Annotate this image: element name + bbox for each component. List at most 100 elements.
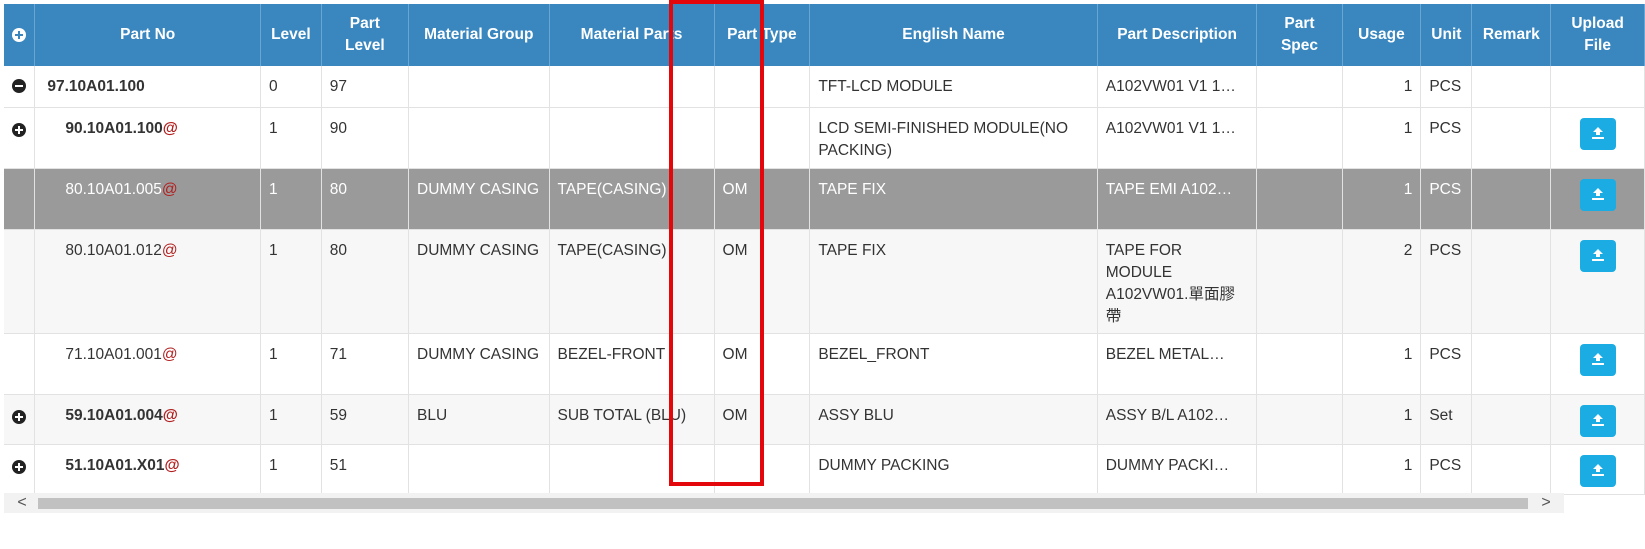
level-cell: 1 (260, 333, 322, 395)
table-row[interactable]: 80.10A01.012@ 1 80 DUMMY CASING TAPE(CAS… (4, 229, 1645, 334)
upload-button[interactable] (1579, 117, 1616, 150)
upload-button[interactable] (1579, 343, 1616, 376)
part-level-cell: 71 (321, 333, 410, 395)
part-no-at: @ (161, 180, 178, 198)
unit-cell: PCS (1420, 333, 1473, 395)
part-no: 71.10A01.001 (65, 345, 162, 363)
plus-circle-icon[interactable] (12, 410, 27, 425)
part-no-cell[interactable]: 80.10A01.012@ (34, 229, 262, 334)
header-unit[interactable]: Unit (1420, 4, 1473, 66)
usage-cell: 1 (1342, 394, 1422, 445)
row-toggle[interactable] (4, 107, 36, 169)
upload-icon (1591, 248, 1604, 261)
upload-cell (1550, 444, 1645, 495)
remark-cell (1471, 66, 1552, 108)
horizontal-scrollbar[interactable]: < > (4, 493, 1564, 513)
part-level-cell: 80 (321, 229, 410, 334)
remark-cell (1471, 333, 1552, 395)
part-spec-cell (1256, 168, 1343, 230)
table-row[interactable]: 80.10A01.005@ 1 80 DUMMY CASING TAPE(CAS… (4, 168, 1645, 230)
part-type-cell: OM (714, 333, 811, 395)
header-level[interactable]: Level (260, 4, 322, 66)
part-level-cell: 51 (321, 444, 410, 495)
scroll-left-arrow[interactable]: < (12, 493, 32, 513)
part-no: 80.10A01.005 (65, 180, 162, 198)
unit-cell: Set (1420, 394, 1473, 445)
part-description-cell: TAPE EMI A102… (1097, 168, 1258, 230)
table-row[interactable]: 71.10A01.001@ 1 71 DUMMY CASING BEZEL-FR… (4, 333, 1645, 395)
header-material-group[interactable]: Material Group (408, 4, 550, 66)
material-group-cell: DUMMY CASING (408, 229, 550, 334)
header-usage[interactable]: Usage (1342, 4, 1422, 66)
row-toggle[interactable] (4, 66, 36, 108)
header-material-parts[interactable]: Material Parts (549, 4, 715, 66)
row-toggle (4, 229, 36, 334)
add-row-header[interactable] (4, 4, 36, 66)
part-description-cell: DUMMY PACKI… (1097, 444, 1258, 495)
english-name-cell: TAPE FIX (809, 229, 1098, 334)
upload-icon (1591, 463, 1604, 476)
part-no-at: @ (161, 241, 178, 259)
english-name-cell: LCD SEMI-FINISHED MODULE(NO PACKING) (809, 107, 1098, 169)
table-row[interactable]: 59.10A01.004@ 1 59 BLU SUB TOTAL (BLU) O… (4, 394, 1645, 445)
scrollbar-thumb[interactable] (38, 498, 1528, 509)
header-part-no[interactable]: Part No (34, 4, 262, 66)
part-no-at: @ (162, 406, 178, 424)
upload-button[interactable] (1579, 454, 1616, 487)
header-english-name[interactable]: English Name (809, 4, 1098, 66)
part-no-cell[interactable]: 59.10A01.004@ (34, 394, 262, 445)
bom-table: Part No Level Part Level Material Group M… (4, 4, 1645, 495)
part-no-cell[interactable]: 51.10A01.X01@ (34, 444, 262, 495)
material-parts-cell (549, 66, 715, 108)
part-no-cell[interactable]: 90.10A01.100@ (34, 107, 262, 169)
part-type-cell (714, 444, 811, 495)
unit-cell: PCS (1420, 168, 1473, 230)
part-no-cell[interactable]: 80.10A01.005@ (34, 168, 262, 230)
header-upload-file[interactable]: Upload File (1550, 4, 1645, 66)
material-parts-cell: TAPE(CASING) (549, 168, 715, 230)
row-toggle (4, 168, 36, 230)
header-remark[interactable]: Remark (1471, 4, 1552, 66)
part-no: 51.10A01.X01 (65, 456, 165, 474)
remark-cell (1471, 394, 1552, 445)
part-level-cell: 80 (321, 168, 410, 230)
header-part-type[interactable]: Part Type (714, 4, 811, 66)
usage-cell: 2 (1342, 229, 1422, 334)
remark-cell (1471, 229, 1552, 334)
part-no-cell[interactable]: 71.10A01.001@ (34, 333, 262, 395)
upload-button[interactable] (1579, 178, 1616, 211)
upload-cell (1550, 66, 1645, 108)
material-parts-cell: SUB TOTAL (BLU) (549, 394, 715, 445)
minus-circle-icon[interactable] (12, 79, 27, 94)
table-row[interactable]: 97.10A01.100 0 97 TFT-LCD MODULE A102VW0… (4, 66, 1645, 108)
upload-button[interactable] (1579, 404, 1616, 437)
english-name-cell: DUMMY PACKING (809, 444, 1098, 495)
level-cell: 1 (260, 107, 322, 169)
part-spec-cell (1256, 444, 1343, 495)
row-toggle[interactable] (4, 444, 36, 495)
header-part-description[interactable]: Part Description (1097, 4, 1258, 66)
table-row[interactable]: 90.10A01.100@ 1 90 LCD SEMI-FINISHED MOD… (4, 107, 1645, 169)
upload-button[interactable] (1579, 239, 1616, 272)
bom-table-container: Part No Level Part Level Material Group M… (4, 4, 1645, 495)
upload-icon (1591, 126, 1604, 139)
part-type-cell (714, 107, 811, 169)
table-row[interactable]: 51.10A01.X01@ 1 51 DUMMY PACKING DUMMY P… (4, 444, 1645, 495)
usage-cell: 1 (1342, 168, 1422, 230)
upload-cell (1550, 229, 1645, 334)
plus-circle-icon[interactable] (12, 27, 27, 42)
header-part-level[interactable]: Part Level (321, 4, 410, 66)
part-type-cell: OM (714, 168, 811, 230)
plus-circle-icon[interactable] (12, 123, 27, 138)
remark-cell (1471, 444, 1552, 495)
row-toggle[interactable] (4, 394, 36, 445)
usage-cell: 1 (1342, 333, 1422, 395)
upload-icon (1591, 352, 1604, 365)
scroll-right-arrow[interactable]: > (1536, 493, 1556, 513)
part-no-cell[interactable]: 97.10A01.100 (34, 66, 262, 108)
plus-circle-icon[interactable] (12, 460, 27, 475)
part-no-at: @ (162, 119, 178, 137)
part-level-cell: 97 (321, 66, 410, 108)
row-toggle (4, 333, 36, 395)
header-part-spec[interactable]: Part Spec (1256, 4, 1343, 66)
